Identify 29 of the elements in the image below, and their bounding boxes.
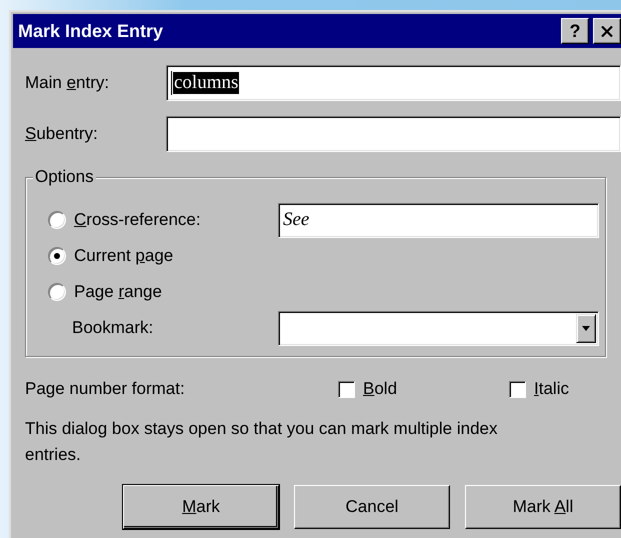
checkbox[interactable] [338,380,355,398]
dialog-button[interactable]: Cancel [294,485,450,529]
cross-reference-field[interactable]: See [278,202,599,238]
group-title: Options [33,167,96,187]
dialog-button[interactable]: Mark All [465,485,621,529]
field-label: Main entry: [25,73,110,93]
checkbox[interactable] [509,380,526,398]
field-label: Page number format: [25,379,186,399]
radio-option[interactable]: Current page [48,246,278,266]
bookmark-dropdown[interactable] [278,310,599,346]
info-text: This dialog box stays open so that you can mark multiple index entries. [25,418,498,466]
radio-option[interactable]: Cross-reference: [48,210,278,230]
checkbox-option[interactable]: Bold [338,379,509,399]
subentry-field[interactable] [166,116,621,152]
radio-button[interactable] [48,247,66,265]
radio-button[interactable] [48,211,66,229]
dropdown-button[interactable] [576,314,596,342]
radio-option[interactable]: Page range [48,282,278,302]
caret-icon [582,326,590,330]
window-title: Mark Index Entry [18,20,164,42]
close-icon [601,26,613,36]
radio-button[interactable] [48,283,66,301]
help-button[interactable]: ? [561,18,589,44]
dialog-button[interactable]: Mark [123,485,279,529]
checkbox-option[interactable]: Italic [509,379,569,399]
main-entry-field[interactable]: columns [166,65,621,101]
field-label: Bookmark: [71,318,154,338]
field-label: Subentry: [25,124,99,144]
close-button[interactable] [593,18,621,44]
